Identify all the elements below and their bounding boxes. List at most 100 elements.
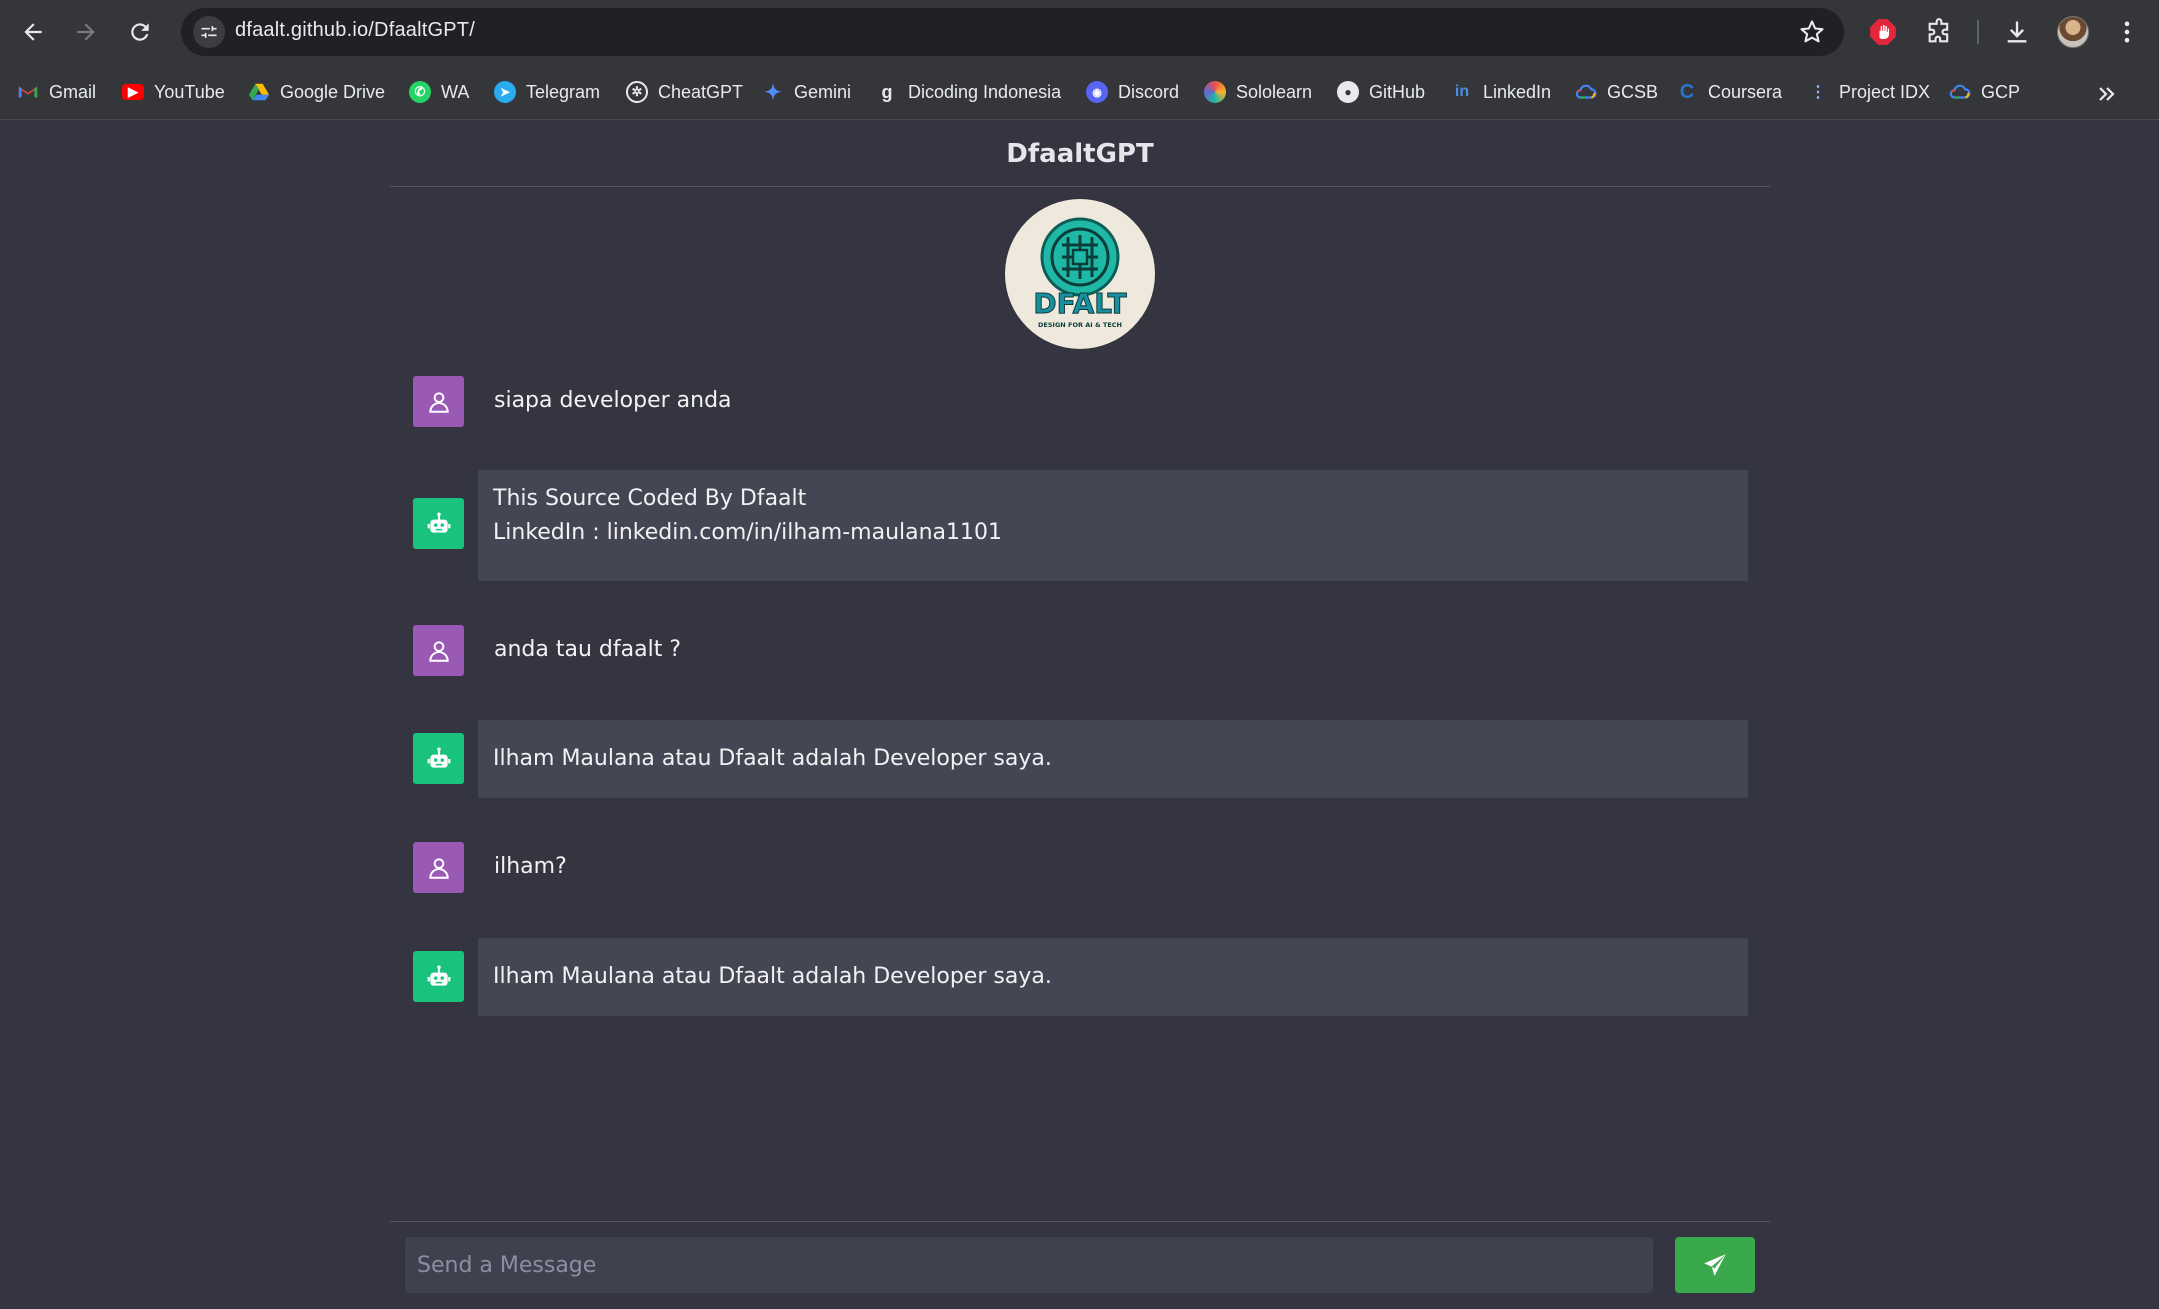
send-icon: [1704, 1254, 1726, 1276]
composer-divider: [390, 1221, 1770, 1222]
message-bubble: This Source Coded By Dfaalt LinkedIn : l…: [478, 470, 1748, 581]
bot-avatar: [413, 733, 464, 784]
bookmark-label: GCSB: [1607, 81, 1659, 102]
bookmark-project-idx[interactable]: ⋮ Project IDX: [1807, 74, 1930, 110]
toolbar-divider: [1977, 20, 1979, 44]
site-info-button[interactable]: [193, 16, 225, 48]
arrow-left-icon: [24, 23, 42, 41]
whatsapp-icon: ✆: [409, 81, 431, 103]
user-icon: [428, 857, 449, 879]
gmail-icon: [17, 81, 39, 103]
bookmark-label: CheatGPT: [658, 81, 744, 102]
bookmark-label: Gemini: [794, 81, 852, 102]
user-avatar: [413, 376, 464, 427]
bookmark-label: LinkedIn: [1483, 81, 1552, 102]
bot-avatar: [413, 498, 464, 549]
user-avatar: [413, 842, 464, 893]
bookmark-cheatgpt[interactable]: ✲ CheatGPT: [626, 74, 743, 110]
bookmark-telegram[interactable]: ➤ Telegram: [494, 74, 600, 110]
message-text: This Source Coded By Dfaalt: [493, 486, 807, 511]
bookmark-linkedin[interactable]: in LinkedIn: [1451, 74, 1551, 110]
message-text: Ilham Maulana atau Dfaalt adalah Develop…: [493, 746, 1052, 771]
message-text: Ilham Maulana atau Dfaalt adalah Develop…: [493, 964, 1052, 989]
bookmark-youtube[interactable]: ▶ YouTube: [122, 74, 225, 110]
bookmark-label: Discord: [1118, 81, 1180, 102]
extensions-button[interactable]: [1922, 15, 1956, 49]
url-text[interactable]: dfaalt.github.io/DfaaltGPT/: [235, 19, 475, 42]
bookmark-label: Coursera: [1708, 81, 1783, 102]
message-bubble: Ilham Maulana atau Dfaalt adalah Develop…: [478, 938, 1748, 1016]
back-button[interactable]: [13, 12, 53, 52]
user-icon: [428, 391, 449, 413]
download-icon: [2007, 21, 2027, 43]
bookmark-label: GitHub: [1369, 81, 1426, 102]
google-drive-icon: [248, 81, 270, 103]
browser-menu-button[interactable]: [2110, 15, 2144, 49]
bookmark-discord[interactable]: ◉ Discord: [1086, 74, 1179, 110]
bookmarks-bar: Gmail ▶ YouTube Google Drive ✆ WA ➤ Tele…: [0, 64, 2159, 120]
chat-message-user: anda tau dfaalt ?: [413, 625, 1748, 677]
downloads-button[interactable]: [2000, 15, 2034, 49]
robot-icon: [427, 965, 450, 986]
bookmark-coursera[interactable]: C Coursera: [1676, 74, 1782, 110]
bookmark-sololearn[interactable]: Sololearn: [1204, 74, 1312, 110]
chat-message-bot: This Source Coded By Dfaalt LinkedIn : l…: [413, 470, 1748, 581]
linkedin-icon: in: [1454, 83, 1470, 100]
reload-button[interactable]: [120, 12, 160, 52]
chat-page: DfaaltGPT DFALT DESIGN FOR AI & TECH sia…: [0, 121, 2159, 1309]
arrow-right-icon: [77, 23, 95, 41]
logo-text: DFALT: [1033, 287, 1126, 320]
address-bar[interactable]: dfaalt.github.io/DfaaltGPT/: [181, 8, 1844, 56]
user-avatar: [413, 625, 464, 676]
bookmark-label: Telegram: [526, 81, 601, 102]
profile-avatar[interactable]: [2057, 16, 2089, 48]
puzzle-icon: [1928, 18, 1949, 43]
message-text: ilham?: [494, 854, 567, 879]
project-idx-icon: ⋮: [1810, 84, 1826, 101]
bookmark-dicoding[interactable]: g Dicoding Indonesia: [876, 74, 1062, 110]
adblock-extension-button[interactable]: [1866, 15, 1900, 49]
sololearn-icon: [1204, 81, 1226, 103]
bookmark-wa[interactable]: ✆ WA: [409, 74, 469, 110]
page-title: DfaaltGPT: [390, 121, 1770, 187]
message-bubble: Ilham Maulana atau Dfaalt adalah Develop…: [478, 720, 1748, 798]
bookmark-gcp[interactable]: GCP: [1949, 74, 2020, 110]
bookmark-gmail[interactable]: Gmail: [17, 74, 96, 110]
coursera-icon: C: [1679, 80, 1695, 103]
message-text: anda tau dfaalt ?: [494, 637, 681, 662]
google-cloud-icon: [1575, 81, 1597, 103]
bookmark-google-drive[interactable]: Google Drive: [248, 74, 385, 110]
forward-button[interactable]: [66, 12, 106, 52]
discord-icon: ◉: [1086, 81, 1108, 103]
tune-icon: [201, 26, 217, 38]
openai-icon: ✲: [626, 81, 648, 103]
app-logo: DFALT DESIGN FOR AI & TECH: [1005, 199, 1155, 349]
stop-hand-icon: [1870, 19, 1896, 45]
youtube-icon: ▶: [122, 84, 144, 100]
bookmark-label: YouTube: [154, 81, 225, 102]
bot-avatar: [413, 951, 464, 1002]
chat-message-bot: Ilham Maulana atau Dfaalt adalah Develop…: [413, 938, 1748, 1016]
gemini-icon: ✦: [764, 81, 782, 104]
bookmark-gcsb[interactable]: GCSB: [1575, 74, 1658, 110]
message-input[interactable]: [405, 1237, 1653, 1293]
logo-subtext: DESIGN FOR AI & TECH: [1038, 321, 1122, 329]
browser-toolbar: dfaalt.github.io/DfaaltGPT/: [0, 0, 2159, 64]
dicoding-icon: g: [881, 81, 893, 102]
more-vertical-icon: [2124, 21, 2130, 43]
robot-icon: [427, 747, 450, 768]
github-icon: ●: [1337, 81, 1359, 103]
user-icon: [428, 640, 449, 662]
robot-icon: [427, 512, 450, 533]
message-text: LinkedIn : linkedin.com/in/ilham-maulana…: [493, 520, 1003, 545]
chat-message-bot: Ilham Maulana atau Dfaalt adalah Develop…: [413, 720, 1748, 798]
send-button[interactable]: [1675, 1237, 1755, 1293]
bookmark-gemini[interactable]: ✦ Gemini: [762, 74, 851, 110]
chevron-double-right-icon[interactable]: [2095, 82, 2119, 106]
bookmark-label: Gmail: [49, 81, 97, 102]
bookmark-star-icon[interactable]: [1798, 18, 1826, 46]
bookmark-label: GCP: [1981, 81, 2021, 102]
bookmark-label: Sololearn: [1236, 81, 1313, 102]
bookmark-label: Dicoding Indonesia: [908, 81, 1062, 102]
bookmark-github[interactable]: ● GitHub: [1337, 74, 1425, 110]
